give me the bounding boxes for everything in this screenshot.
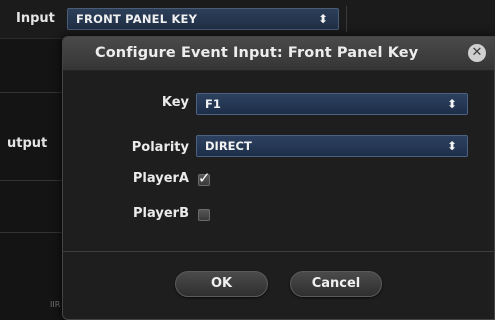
playerb-checkbox[interactable]: [198, 209, 210, 221]
polarity-select[interactable]: DIRECT ⬍: [196, 135, 468, 157]
divider: [0, 180, 70, 181]
divider: [0, 92, 70, 93]
divider: [0, 232, 70, 233]
dialog-title: Configure Event Input: Front Panel Key: [95, 45, 419, 61]
input-select[interactable]: FRONT PANEL KEY ⬍: [67, 8, 339, 30]
input-label: Input: [16, 11, 55, 26]
polarity-label: Polarity: [131, 140, 189, 155]
cancel-button[interactable]: Cancel: [290, 271, 382, 297]
output-label: utput: [7, 136, 48, 151]
playerb-label: PlayerB: [133, 206, 189, 221]
select-arrows-icon: ⬍: [317, 12, 328, 26]
polarity-select-value: DIRECT: [205, 139, 252, 153]
close-icon[interactable]: ✕: [468, 44, 486, 62]
input-select-value: FRONT PANEL KEY: [76, 12, 198, 26]
key-label: Key: [161, 95, 189, 110]
select-arrows-icon: ⬍: [446, 97, 457, 111]
divider: [346, 6, 347, 32]
ok-button[interactable]: OK: [175, 271, 268, 297]
background-small-text: IIR: [50, 300, 61, 309]
key-select[interactable]: F1 ⬍: [196, 93, 468, 115]
playera-label: PlayerA: [132, 171, 189, 186]
input-row: Input FRONT PANEL KEY ⬍: [0, 0, 495, 39]
check-icon: ✓: [198, 169, 211, 187]
dialog-divider: [63, 251, 494, 252]
dialog-header: Configure Event Input: Front Panel Key ✕: [63, 37, 494, 71]
configure-event-dialog: Configure Event Input: Front Panel Key ✕…: [62, 36, 495, 320]
key-select-value: F1: [205, 97, 221, 111]
select-arrows-icon: ⬍: [446, 139, 457, 153]
playera-checkbox[interactable]: ✓: [198, 169, 211, 187]
